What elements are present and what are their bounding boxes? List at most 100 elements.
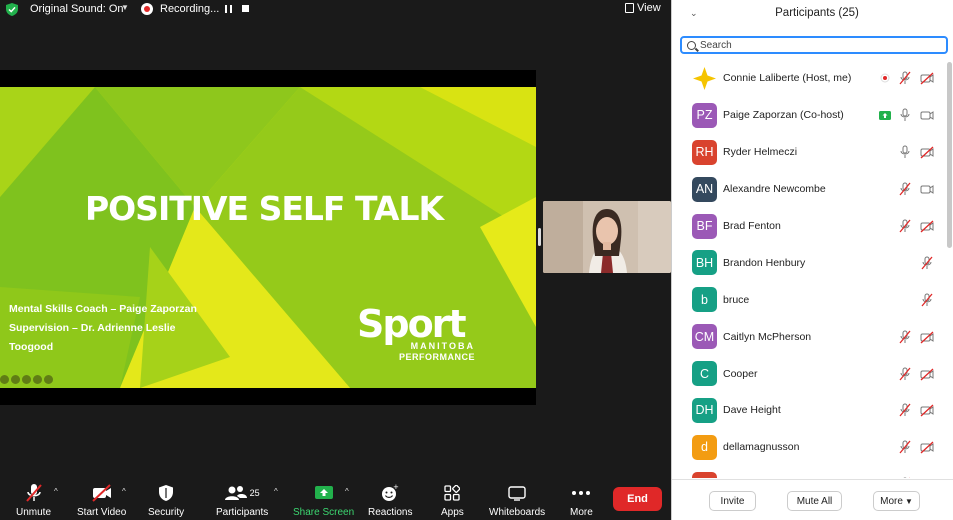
participant-row[interactable]: b bruce [672,281,944,318]
whiteboards-button[interactable]: Whiteboards [489,483,545,518]
share-options-chevron-icon[interactable]: ^ [345,487,349,496]
participant-row[interactable] [672,466,944,478]
reactions-button[interactable]: + Reactions [368,483,412,518]
mic-off-icon [898,71,912,85]
participant-row[interactable]: C Cooper [672,355,944,392]
participant-row[interactable]: d dellamagnusson [672,429,944,466]
panel-more-label: More [880,495,903,507]
reactions-label: Reactions [368,507,413,518]
invite-button[interactable]: Invite [709,491,756,511]
participant-row[interactable]: RH Ryder Helmeczi [672,134,944,171]
resize-handle[interactable] [538,228,541,246]
logo-word: Sport [357,302,467,346]
speaker-video-thumbnail[interactable] [543,201,671,273]
participant-name: Dave Height [723,404,781,417]
recording-icon [878,71,892,85]
participant-row[interactable]: CM Caitlyn McPherson [672,318,944,355]
mute-all-button[interactable]: Mute All [787,491,842,511]
participant-name: Cooper [723,367,758,380]
unmute-label: Unmute [16,507,52,518]
mic-icon [898,145,912,159]
meeting-topbar: Original Sound: On ▼ Recording... View [0,0,671,20]
prev-slide-icon[interactable] [0,375,9,384]
presentation-slide: POSITIVE SELF TALK Mental Skills Coach –… [0,87,536,388]
avatar [692,471,717,478]
panel-footer: Invite Mute All More ▼ [672,479,953,520]
video-options-chevron-icon[interactable]: ^ [122,487,126,496]
audio-options-chevron-icon[interactable]: ^ [54,487,58,496]
participant-row[interactable]: DH Dave Height [672,392,944,429]
panel-title: Participants (25) [775,7,859,19]
mic-off-icon [920,256,934,270]
chevron-down-icon[interactable]: ▼ [121,3,129,12]
search-input[interactable] [700,39,940,52]
participant-list-scrollbar[interactable] [947,62,952,248]
shared-screen: POSITIVE SELF TALK Mental Skills Coach –… [0,70,536,405]
mic-off-icon [898,403,912,417]
whiteboards-label: Whiteboards [489,507,546,518]
participants-panel: ⌄ Participants (25) Connie Laliberte (Ho… [671,0,953,520]
original-sound-label[interactable]: Original Sound: On [30,3,124,15]
participant-row[interactable]: Connie Laliberte (Host, me) [672,60,944,97]
avatar: BF [692,213,717,239]
panel-header: ⌄ Participants (25) [672,0,953,28]
reactions-smiley-icon: + [382,484,399,501]
search-icon [687,41,696,50]
avatar: CM [692,324,717,350]
avatar: b [692,287,717,313]
security-label: Security [148,507,185,518]
slides-icon[interactable] [22,375,31,384]
more-button[interactable]: More [570,483,593,518]
slide-title: POSITIVE SELF TALK [84,189,444,228]
recording-icon [141,3,153,15]
more-dots-icon [572,491,591,495]
start-video-label: Start Video [77,507,127,518]
avatar: C [692,361,717,387]
participants-options-chevron-icon[interactable]: ^ [274,487,278,496]
video-off-icon [920,440,934,454]
participant-row[interactable]: AN Alexandre Newcombe [672,171,944,208]
participants-button[interactable]: 25 Participants [216,483,268,518]
participant-search[interactable] [680,36,948,54]
mic-off-icon [898,367,912,381]
video-off-icon [920,71,934,85]
apps-icon [444,485,461,501]
participant-name: Connie Laliberte (Host, me) [723,72,852,85]
view-button[interactable]: View [625,2,661,14]
participant-name: Brad Fenton [723,220,781,232]
security-button[interactable]: Security [148,483,184,518]
pause-recording-icon[interactable] [225,5,232,13]
pen-icon[interactable] [11,375,20,384]
unmute-button[interactable]: Unmute [16,483,51,518]
mic-off-icon [898,219,912,233]
more-label: More [570,507,593,518]
avatar: PZ [692,102,717,128]
end-meeting-button[interactable]: End [613,487,662,511]
apps-button[interactable]: Apps [441,483,464,518]
mic-off-icon [898,440,912,454]
mic-icon [898,108,912,122]
mic-off-icon [898,477,912,478]
avatar: BH [692,250,717,276]
participant-row[interactable]: BF Brad Fenton [672,208,944,245]
participant-row[interactable]: BH Brandon Henbury [672,244,944,281]
stop-recording-icon[interactable] [242,5,249,12]
logo-subtitle: PERFORMANCE [398,352,475,362]
slide-credits: Mental Skills Coach – Paige Zaporzan Sup… [9,300,197,357]
video-off-icon [920,403,934,417]
shield-icon[interactable] [6,3,18,16]
participants-icon [224,486,247,500]
next-slide-icon[interactable] [44,375,53,384]
chevron-down-icon: ▼ [904,496,913,506]
participant-row[interactable]: PZ Paige Zaporzan (Co-host) [672,97,944,134]
video-off-icon [920,367,934,381]
avatar: DH [692,397,717,423]
participant-name: dellamagnusson [723,441,800,454]
zoom-icon[interactable] [33,375,42,384]
start-video-button[interactable]: Start Video [77,483,126,518]
video-off-icon [920,219,934,233]
participants-count: 25 [249,488,260,498]
participant-name: bruce [723,293,750,306]
avatar: RH [692,139,717,165]
panel-more-button[interactable]: More ▼ [873,491,920,511]
